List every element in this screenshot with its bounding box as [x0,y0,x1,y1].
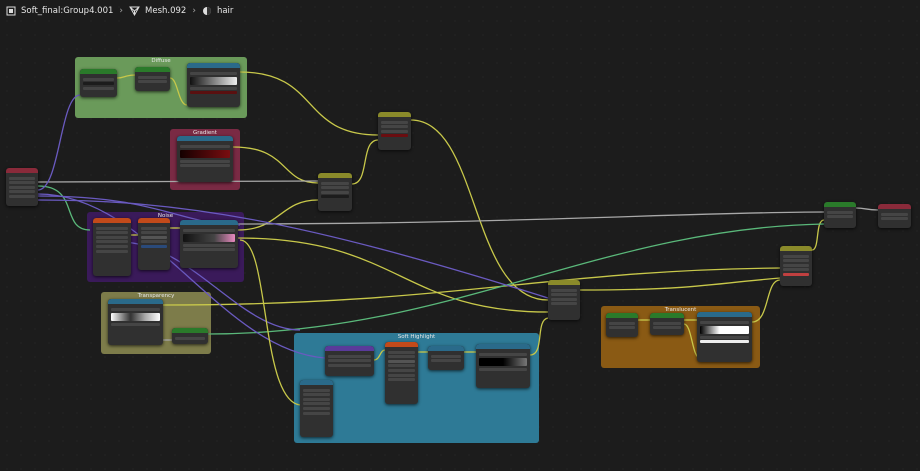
node-highlight-math[interactable] [428,346,464,370]
node-gradient-ramp[interactable] [177,136,233,182]
mesh-icon [129,6,140,16]
node-noise-ramp[interactable] [180,220,238,268]
node-translucent-mapping[interactable] [650,313,684,335]
node-material-output[interactable] [878,204,911,228]
link-mix-to-output [410,119,549,301]
node-diffuse-ramp[interactable] [187,63,240,107]
link-mixrgb-to-mix [351,139,379,185]
breadcrumb: Soft_final:Group4.001 › Mesh.092 › hair [6,3,233,19]
link-translucent-to-mix [751,279,781,323]
link-gradient-to-mix [232,146,319,184]
node-noise-texture[interactable] [93,218,131,276]
link-diffuse-to-mix [239,71,379,136]
node-mix-center[interactable] [548,280,580,320]
link-purple-1 [37,94,81,191]
node-translucent-ramp[interactable] [697,312,752,362]
node-transparency-math[interactable] [172,328,208,344]
node-highlight-geometry[interactable] [325,346,374,376]
breadcrumb-object[interactable]: Soft_final:Group4.001 [6,6,113,16]
breadcrumb-material-label: hair [216,6,234,16]
link-gray-2 [237,211,825,225]
node-highlight-ramp[interactable] [476,344,530,388]
node-editor-canvas[interactable]: Diffuse Gradient Noise Transparency Soft… [0,0,920,471]
node-highlight-texture[interactable] [385,342,418,404]
node-transparency-ramp[interactable] [108,299,163,345]
breadcrumb-mesh-label: Mesh.092 [145,6,187,16]
object-icon [6,6,16,16]
link-noise-to-mix2 [237,237,549,313]
link-highlight-to-mix [529,317,549,356]
chevron-right-icon: › [119,6,124,16]
node-highlight-mapping[interactable] [300,380,333,437]
node-translucent-vector[interactable] [606,313,638,337]
node-texture-coordinate[interactable] [6,168,38,206]
link-noise-to-mixrgb [237,199,319,231]
node-principled-shader[interactable] [824,202,856,228]
material-icon [202,7,211,15]
chevron-right-icon: › [192,6,196,16]
link-diffuse-internal [116,74,136,79]
breadcrumb-object-label: Soft_final:Group4.001 [21,6,114,16]
node-mix-top[interactable] [378,112,411,150]
breadcrumb-material[interactable]: hair [202,6,233,16]
node-mix-right[interactable] [780,246,812,286]
link-gray-3 [855,207,879,211]
node-diffuse-mapping[interactable] [135,67,170,91]
node-diffuse-vector[interactable] [80,69,117,97]
link-diffuse-internal-2 [169,77,188,106]
node-mix-rgb[interactable] [318,173,352,211]
link-mix-out [579,277,781,291]
link-shader [373,349,386,361]
link-green-2 [37,185,91,231]
node-noise-math[interactable] [138,218,170,270]
breadcrumb-mesh[interactable]: Mesh.092 [129,6,186,16]
